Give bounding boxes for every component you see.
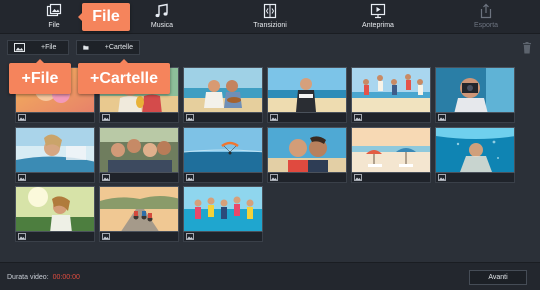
media-thumbnail[interactable] <box>183 186 263 242</box>
duration-value: 00:00:00 <box>52 274 80 281</box>
transitions-tab-label: Transizioni <box>253 22 287 29</box>
thumbnail-image-couple-selfie <box>267 127 347 173</box>
image-icon <box>354 174 362 181</box>
thumbnail-image-umbrellas <box>351 127 431 173</box>
preview-tab-label: Anteprima <box>362 22 394 29</box>
image-icon <box>438 174 446 181</box>
preview-icon <box>370 3 386 19</box>
add-folders-callout: +Cartelle <box>78 59 170 94</box>
thumbnail-image-beach-couple <box>183 67 263 113</box>
media-thumbnail[interactable] <box>15 186 95 242</box>
export-icon <box>480 3 492 19</box>
image-icon <box>270 174 278 181</box>
thumbnail-image-woman-sunlight <box>15 186 95 232</box>
media-thumbnail[interactable] <box>15 127 95 183</box>
transitions-icon <box>263 3 277 19</box>
folder-icon <box>83 45 89 50</box>
add-files-callout-text: +File <box>21 69 59 87</box>
file-tab-label: File <box>48 22 60 29</box>
image-icon <box>438 114 446 121</box>
image-icon <box>270 114 278 121</box>
add-files-callout: +File <box>9 59 71 94</box>
add-files-button[interactable]: +File <box>7 40 69 55</box>
export-tab-label: Esporta <box>473 22 499 29</box>
file-icon <box>46 3 62 17</box>
image-icon <box>102 174 110 181</box>
media-thumbnail[interactable] <box>351 67 431 123</box>
image-icon <box>18 114 26 121</box>
image-icon <box>102 114 110 121</box>
add-folders-callout-text: +Cartelle <box>89 69 159 87</box>
thumbnail-image-woman-car <box>15 127 95 173</box>
thumbnail-image-woman-beach <box>267 67 347 113</box>
image-icon <box>186 233 194 240</box>
thumbnail-image-group-selfie <box>99 127 179 173</box>
thumbnail-image-paraglider <box>183 127 263 173</box>
media-thumbnail[interactable] <box>435 67 515 123</box>
video-duration: Durata video: 00:00:00 <box>7 274 80 281</box>
image-icon <box>354 114 362 121</box>
add-folders-button[interactable]: +Cartelle <box>76 40 140 55</box>
image-icon <box>18 174 26 181</box>
status-footer: Durata video: 00:00:00 Avanti <box>0 262 540 290</box>
add-folders-label: +Cartelle <box>104 44 133 51</box>
media-thumbnail[interactable] <box>99 186 179 242</box>
image-icon <box>102 233 110 240</box>
file-callout: File <box>78 3 130 31</box>
media-thumbnail[interactable] <box>99 127 179 183</box>
thumbnail-image-cyclists <box>99 186 179 232</box>
thumbnail-image-photographer <box>435 67 515 113</box>
file-callout-text: File <box>92 8 120 25</box>
media-thumbnail[interactable] <box>351 127 431 183</box>
add-files-label: +File <box>41 44 57 51</box>
preview-tab[interactable]: Anteprima <box>348 3 408 33</box>
media-thumbnail[interactable] <box>183 67 263 123</box>
thumbnail-image-group-sea <box>183 186 263 232</box>
image-icon <box>186 114 194 121</box>
duration-label: Durata video: <box>7 274 49 281</box>
media-thumbnail[interactable] <box>267 67 347 123</box>
media-thumbnail[interactable] <box>267 127 347 183</box>
music-note-icon <box>155 3 168 18</box>
image-icon <box>186 174 194 181</box>
next-button[interactable]: Avanti <box>469 270 527 285</box>
media-thumbnail[interactable] <box>183 127 263 183</box>
thumbnail-image-underwater <box>435 127 515 173</box>
image-icon <box>14 43 25 52</box>
transitions-tab[interactable]: Transizioni <box>240 3 300 33</box>
image-icon <box>18 233 26 240</box>
thumbnail-image-friends-jumping <box>351 67 431 113</box>
music-tab[interactable]: Musica <box>132 3 192 33</box>
trash-icon[interactable] <box>522 42 532 54</box>
media-thumbnail[interactable] <box>435 127 515 183</box>
music-tab-label: Musica <box>150 22 174 29</box>
export-tab[interactable]: Esporta <box>456 3 516 33</box>
